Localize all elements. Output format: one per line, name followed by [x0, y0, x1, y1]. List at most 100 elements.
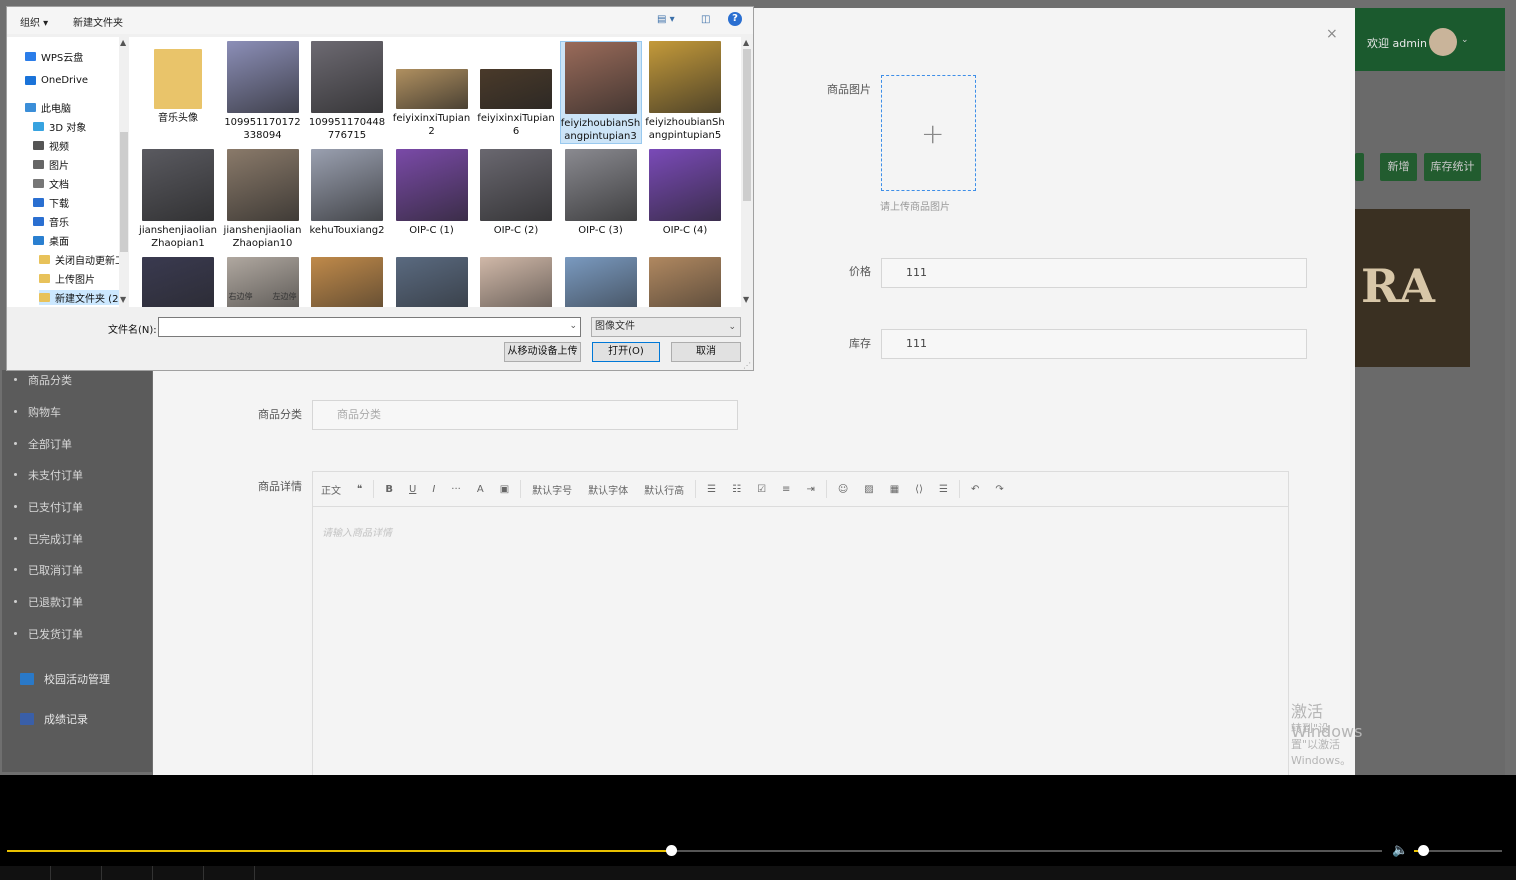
nav-item[interactable]: 音乐 — [33, 214, 69, 229]
nav-scrollbar[interactable]: ▲ ▼ — [119, 37, 129, 307]
chevron-down-icon: ⌄ — [728, 322, 736, 332]
cancel-button[interactable]: 取消 — [671, 342, 741, 362]
preview-pane-icon[interactable]: ◫ — [701, 14, 710, 25]
thumbnail-text-left: 右边停 — [228, 292, 253, 301]
nav-item[interactable]: 桌面 — [33, 233, 69, 248]
underline-icon[interactable]: U — [401, 484, 424, 495]
file-item[interactable] — [475, 257, 557, 307]
todo-icon[interactable]: ☑ — [749, 484, 774, 495]
code-icon[interactable]: ⟨⟩ — [907, 484, 931, 495]
indent-icon[interactable]: ⇥ — [798, 484, 822, 495]
paragraph-style-dropdown[interactable]: 正文 — [313, 482, 349, 497]
close-icon[interactable]: × — [1326, 26, 1338, 42]
font-size-dropdown[interactable]: 默认字号 — [524, 482, 580, 497]
emoji-icon[interactable]: ☺ — [830, 484, 856, 495]
sidebar-group-campus-activity[interactable]: 校园活动管理 — [20, 671, 110, 687]
bold-icon[interactable]: B — [377, 484, 401, 495]
sidebar-item-cancelled[interactable]: 已取消订单 — [14, 562, 83, 578]
file-list: 音乐头像 109951170172338094 109951170448776715… — [129, 37, 741, 307]
stock-stats-button[interactable]: 库存统计 — [1424, 153, 1481, 181]
rich-text-editor[interactable]: 正文 ❝ B U I ··· A ▣ 默认字号 默认字体 默认行高 ☰ ☷ ☑ … — [312, 471, 1289, 781]
nav-item[interactable]: 视频 — [33, 138, 69, 153]
price-input[interactable]: 111 — [881, 258, 1307, 288]
add-button[interactable]: 新增 — [1380, 153, 1417, 181]
file-item[interactable]: jianshenjiaolianZhaopian10 — [222, 149, 304, 250]
file-item[interactable] — [137, 257, 219, 307]
file-item[interactable]: OIP-C (2) — [475, 149, 557, 237]
category-input[interactable]: 商品分类 — [312, 400, 738, 430]
nav-item[interactable]: 下载 — [33, 195, 69, 210]
file-item[interactable]: 109951170448776715 — [306, 41, 388, 142]
italic-icon[interactable]: I — [424, 484, 443, 495]
file-item[interactable]: kehuTouxiang2 — [306, 149, 388, 237]
sidebar-item-completed[interactable]: 已完成订单 — [14, 531, 83, 547]
font-family-dropdown[interactable]: 默认字体 — [580, 482, 636, 497]
upload-from-mobile-button[interactable]: 从移动设备上传 — [504, 342, 581, 362]
quote-icon[interactable]: ❝ — [349, 484, 370, 495]
sidebar-item-category[interactable]: 商品分类 — [14, 372, 72, 388]
filetype-select[interactable]: 图像文件 ⌄ — [591, 317, 741, 337]
undo-icon[interactable]: ↶ — [963, 484, 987, 495]
file-item[interactable]: OIP-C (3) — [560, 149, 642, 237]
search-button[interactable] — [1355, 153, 1364, 181]
sidebar-item-paid[interactable]: 已支付订单 — [14, 499, 83, 515]
sidebar-item-shipped[interactable]: 已发货订单 — [14, 626, 83, 642]
sidebar-item-cart[interactable]: 购物车 — [14, 404, 61, 420]
new-folder-button[interactable]: 新建文件夹 — [73, 14, 123, 29]
table-icon[interactable]: ▦ — [882, 484, 907, 495]
file-item[interactable] — [644, 257, 726, 307]
file-item[interactable]: feiyizhoubianShangpintupian3 — [559, 41, 642, 144]
bullet-list-icon[interactable]: ☰ — [699, 484, 724, 495]
view-icon[interactable]: ▤ ▾ — [657, 14, 675, 25]
file-scrollbar[interactable]: ▲ ▼ — [741, 37, 753, 307]
sidebar-group-grades[interactable]: 成绩记录 — [20, 711, 88, 727]
resize-grip-icon[interactable]: ⋰ — [743, 361, 751, 370]
nav-item[interactable]: 上传图片 — [39, 271, 95, 286]
nav-item[interactable]: 此电脑 — [25, 100, 71, 115]
file-item[interactable] — [391, 257, 473, 307]
file-item[interactable]: feiyixinxiTupian2 — [391, 41, 473, 138]
file-item[interactable]: OIP-C (4) — [644, 149, 726, 237]
sidebar-item-all-orders[interactable]: 全部订单 — [14, 436, 72, 452]
open-button[interactable]: 打开(O) — [592, 342, 660, 362]
help-icon[interactable]: ? — [728, 12, 742, 26]
numbered-list-icon[interactable]: ☷ — [724, 484, 749, 495]
image-icon[interactable]: ▨ — [856, 484, 881, 495]
nav-item-label: 下载 — [49, 199, 69, 210]
font-color-icon[interactable]: A — [469, 484, 492, 495]
volume-handle[interactable] — [1417, 845, 1429, 856]
file-item[interactable]: 右边停 左边停 — [222, 257, 304, 307]
avatar[interactable] — [1429, 28, 1457, 56]
more-icon[interactable]: ··· — [443, 484, 469, 495]
background-color-icon[interactable]: ▣ — [492, 484, 517, 495]
nav-item[interactable]: 3D 对象 — [33, 119, 86, 134]
image-upload-box[interactable]: + — [881, 75, 976, 191]
file-item[interactable]: OIP-C (1) — [391, 149, 473, 237]
nav-item[interactable]: WPS云盘 — [25, 49, 83, 64]
file-item[interactable] — [306, 257, 388, 307]
filename-input[interactable]: ⌄ — [158, 317, 581, 337]
file-item[interactable]: feiyixinxiTupian6 — [475, 41, 557, 138]
stock-input[interactable]: 111 — [881, 329, 1307, 359]
chevron-down-icon[interactable]: ⌄ — [1461, 35, 1469, 45]
file-item[interactable]: feiyizhoubianShangpintupian5 — [644, 41, 726, 142]
record-icon — [20, 713, 34, 725]
nav-item[interactable]: 关闭自动更新工 — [39, 252, 119, 267]
organize-button[interactable]: 组织 ▾ — [20, 14, 48, 29]
align-icon[interactable]: ≡ — [774, 484, 798, 495]
line-height-dropdown[interactable]: 默认行高 — [636, 482, 692, 497]
file-item[interactable] — [560, 257, 642, 307]
nav-item[interactable]: 新建文件夹 (2) — [39, 290, 119, 305]
file-item[interactable]: 109951170172338094 — [222, 41, 304, 142]
sidebar-item-refunded[interactable]: 已退款订单 — [14, 594, 83, 610]
volume-icon[interactable]: 🔈 — [1392, 843, 1408, 858]
nav-item[interactable]: OneDrive — [25, 75, 88, 86]
file-item[interactable]: 音乐头像 — [137, 41, 219, 125]
nav-item[interactable]: 图片 — [33, 157, 69, 172]
divider-icon[interactable]: ☰ — [931, 484, 956, 495]
sidebar-item-unpaid[interactable]: 未支付订单 — [14, 467, 83, 483]
chevron-down-icon[interactable]: ⌄ — [569, 321, 577, 331]
redo-icon[interactable]: ↷ — [987, 484, 1011, 495]
nav-item[interactable]: 文档 — [33, 176, 69, 191]
file-item[interactable]: jianshenjiaolianZhaopian1 — [137, 149, 219, 250]
